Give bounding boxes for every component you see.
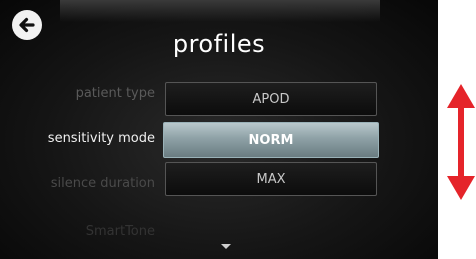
row-label-sensitivity-mode[interactable]: sensitivity mode: [48, 131, 155, 146]
option-apod[interactable]: APOD: [165, 82, 377, 116]
vertical-double-arrow-icon: [447, 84, 475, 200]
profiles-screenshot: profiles patient type sensitivity mode s…: [0, 0, 476, 259]
row-label-patient-type[interactable]: patient type: [76, 86, 155, 101]
device-screen: profiles patient type sensitivity mode s…: [0, 0, 438, 259]
page-title: profiles: [172, 30, 266, 58]
chevron-down-icon[interactable]: [221, 244, 231, 249]
option-norm-selected[interactable]: NORM: [163, 122, 379, 158]
header-band: [60, 0, 380, 22]
row-label-smarttone[interactable]: SmartTone: [86, 224, 155, 239]
row-label-silence-duration[interactable]: silence duration: [51, 176, 155, 191]
option-max[interactable]: MAX: [165, 162, 377, 196]
